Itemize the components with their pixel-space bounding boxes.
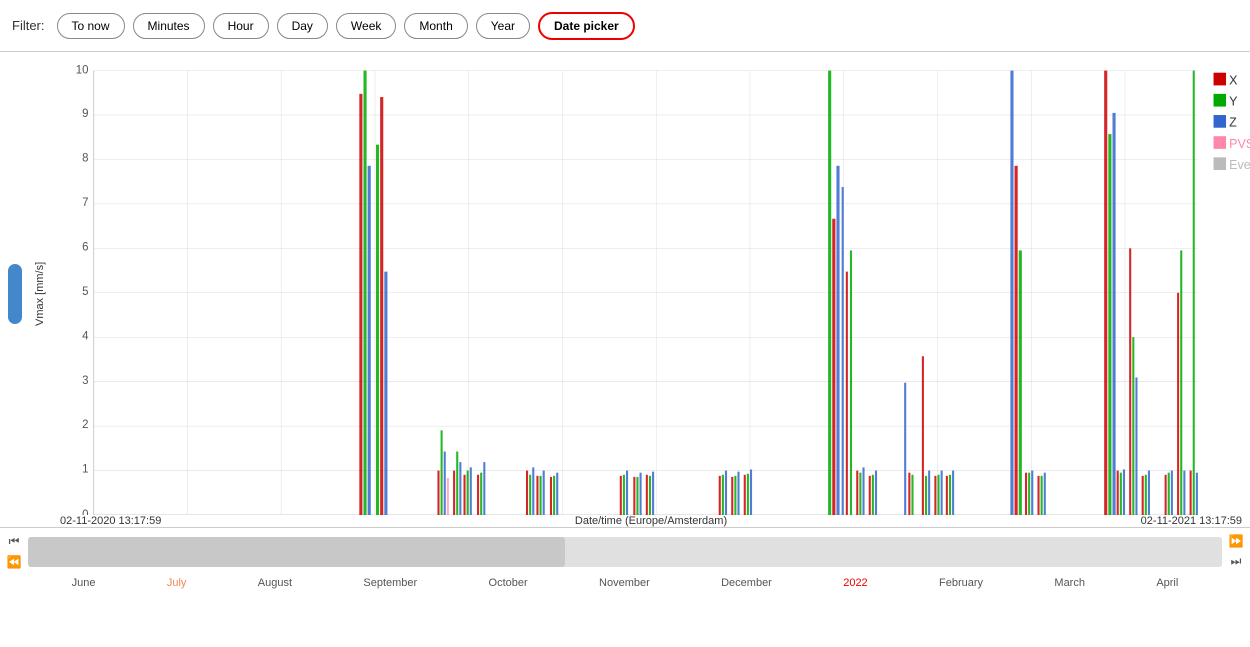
svg-text:6: 6 <box>82 241 88 253</box>
svg-text:9: 9 <box>82 108 88 120</box>
svg-text:1: 1 <box>82 464 88 476</box>
svg-text:0: 0 <box>82 509 88 515</box>
filter-btn-month[interactable]: Month <box>404 13 467 39</box>
filter-label: Filter: <box>12 18 45 33</box>
mini-label-march: March <box>1054 577 1085 589</box>
mini-label-june: June <box>72 577 96 589</box>
chart-main: Vmax [mm/s] <box>0 60 1250 527</box>
scrollbar-area: ⏮ ⏪ ⏩ ⏭ June July August September Octob… <box>0 527 1250 647</box>
main-chart-svg: 0 1 2 3 4 5 6 7 8 9 10 December 2021 Feb… <box>52 60 1250 515</box>
nav-last[interactable]: ⏭ <box>1227 552 1246 571</box>
filter-btn-day[interactable]: Day <box>277 13 328 39</box>
mini-axis-labels: June July August September October Novem… <box>0 575 1250 591</box>
mini-label-september: September <box>363 577 417 589</box>
mini-label-december: December <box>721 577 772 589</box>
filter-btn-hour[interactable]: Hour <box>213 13 269 39</box>
date-range-row: 02-11-2020 13:17:59 Date/time (Europe/Am… <box>52 515 1250 527</box>
svg-text:Z: Z <box>1229 116 1237 130</box>
mini-label-february: February <box>939 577 983 589</box>
mini-label-2022: 2022 <box>843 577 867 589</box>
filter-btn-date-picker[interactable]: Date picker <box>538 12 635 40</box>
y-axis-label: Vmax [mm/s] <box>28 60 52 527</box>
filter-btn-minutes[interactable]: Minutes <box>133 13 205 39</box>
svg-text:10: 10 <box>76 65 89 77</box>
mini-label-august: August <box>258 577 292 589</box>
filter-btn-year[interactable]: Year <box>476 13 530 39</box>
mini-label-april: April <box>1156 577 1178 589</box>
svg-text:PVS: PVS <box>1229 137 1250 151</box>
date-start: 02-11-2020 13:17:59 <box>60 515 161 527</box>
mini-label-october: October <box>489 577 528 589</box>
svg-text:8: 8 <box>82 153 88 165</box>
filter-bar: Filter: To now Minutes Hour Day Week Mon… <box>0 0 1250 52</box>
svg-text:3: 3 <box>82 375 88 387</box>
chart-inner: 0 1 2 3 4 5 6 7 8 9 10 December 2021 Feb… <box>52 60 1250 527</box>
x-axis-label: Date/time (Europe/Amsterdam) <box>575 515 727 527</box>
filter-btn-to-now[interactable]: To now <box>57 13 125 39</box>
scrollbar-thumb[interactable] <box>28 537 565 567</box>
mini-label-july: July <box>167 577 187 589</box>
svg-text:Y: Y <box>1229 94 1238 108</box>
chart-container: Vmax [mm/s] <box>0 52 1250 647</box>
filter-btn-week[interactable]: Week <box>336 13 396 39</box>
svg-text:5: 5 <box>82 286 88 298</box>
scrollbar-track <box>28 537 1222 567</box>
nav-next[interactable]: ⏩ <box>1225 532 1248 550</box>
svg-text:2: 2 <box>82 419 88 431</box>
svg-text:Event: Event <box>1229 158 1250 172</box>
vertical-slider[interactable] <box>8 264 22 324</box>
nav-prev[interactable]: ⏪ <box>3 553 26 571</box>
nav-first[interactable]: ⏮ <box>5 532 24 551</box>
svg-text:7: 7 <box>82 197 88 209</box>
svg-text:X: X <box>1229 73 1238 87</box>
mini-label-november: November <box>599 577 650 589</box>
date-end: 02-11-2021 13:17:59 <box>1141 515 1242 527</box>
chart-svg-area: 0 1 2 3 4 5 6 7 8 9 10 December 2021 Feb… <box>52 60 1250 515</box>
svg-text:4: 4 <box>82 330 89 342</box>
